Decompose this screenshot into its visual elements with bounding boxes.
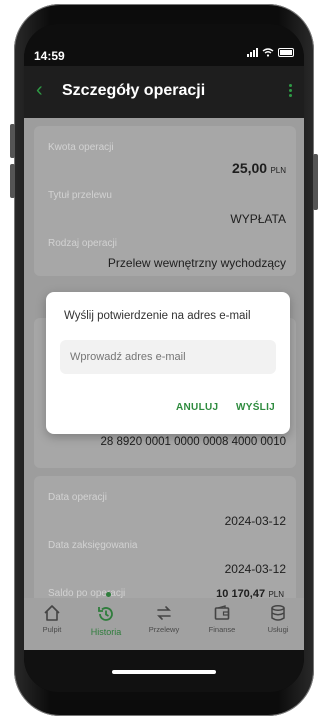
- volume-down-button: [10, 164, 15, 198]
- system-icons: [247, 48, 294, 57]
- nav-item-historia[interactable]: Historia: [78, 604, 134, 637]
- signal-icon: [247, 48, 258, 57]
- balance-value-row: 10 170,47 PLN: [216, 586, 284, 600]
- amount-label: Kwota operacji: [48, 142, 114, 153]
- operation-type-label: Rodzaj operacji: [48, 238, 117, 249]
- services-icon: [271, 605, 285, 621]
- transfer-icon: [157, 606, 171, 620]
- booking-date-value: 2024-03-12: [224, 562, 286, 576]
- battery-icon: [278, 48, 294, 57]
- email-input[interactable]: [60, 340, 276, 374]
- amount-value: 25,00 PLN: [232, 160, 286, 176]
- home-indicator[interactable]: [112, 670, 216, 674]
- details-card-top: Kwota operacji 25,00 PLN Tytuł przelewu …: [34, 126, 296, 276]
- nav-label-przelewy: Przelewy: [148, 625, 180, 634]
- finance-icon: [214, 605, 230, 620]
- more-menu-icon[interactable]: [289, 84, 292, 97]
- home-icon: [44, 605, 60, 621]
- status-bar: 14:59: [24, 24, 304, 66]
- nav-item-uslugi[interactable]: Usługi: [250, 604, 304, 634]
- transfer-title-label: Tytuł przelewu: [48, 190, 112, 201]
- amount-number: 25,00: [232, 160, 268, 176]
- cancel-button[interactable]: ANULUJ: [176, 402, 218, 413]
- active-tab-indicator: [106, 592, 111, 597]
- nav-item-pulpit[interactable]: Pulpit: [24, 604, 80, 634]
- bottom-nav: 10 170,47 PLN Pulpit Historia Przelewy F…: [24, 588, 304, 650]
- transfer-title-value: WYPŁATA: [230, 212, 286, 226]
- operation-type-value: Przelew wewnętrzny wychodzący: [107, 256, 286, 270]
- nav-label-uslugi: Usługi: [267, 625, 289, 634]
- phone-screen: 14:59 ‹ Szczegóły operacji Kwota operacj…: [24, 24, 304, 692]
- nav-item-finanse[interactable]: Finanse: [194, 604, 250, 634]
- app-header: ‹ Szczegóły operacji: [24, 66, 304, 118]
- operation-date-label: Data operacji: [48, 492, 107, 503]
- email-confirmation-dialog: Wyślij potwierdzenie na adres e-mail ANU…: [46, 292, 290, 434]
- balance-number: 10 170,47: [216, 588, 266, 600]
- status-time: 14:59: [34, 49, 65, 63]
- details-card-bottom: Data operacji 2024-03-12 Data zaksięgowa…: [34, 476, 296, 599]
- gesture-area: [24, 650, 304, 692]
- nav-item-przelewy[interactable]: Przelewy: [136, 604, 192, 634]
- dialog-title: Wyślij potwierdzenie na adres e-mail: [64, 310, 251, 322]
- account-number: 28 8920 0001 0000 0008 4000 0010: [100, 436, 286, 448]
- balance-currency: PLN: [268, 590, 284, 599]
- nav-label-historia: Historia: [90, 627, 122, 637]
- page-title: Szczegóły operacji: [62, 82, 206, 99]
- amount-currency: PLN: [270, 166, 286, 175]
- nav-label-pulpit: Pulpit: [42, 625, 62, 634]
- operation-date-value: 2024-03-12: [224, 514, 286, 528]
- back-arrow-icon[interactable]: ‹: [36, 80, 43, 100]
- history-icon: [98, 607, 113, 621]
- volume-up-button: [10, 124, 15, 158]
- wifi-icon: [262, 48, 274, 57]
- booking-date-label: Data zaksięgowania: [48, 540, 138, 551]
- power-button: [313, 154, 318, 210]
- send-button[interactable]: WYŚLIJ: [236, 402, 275, 413]
- nav-label-finanse: Finanse: [208, 625, 236, 634]
